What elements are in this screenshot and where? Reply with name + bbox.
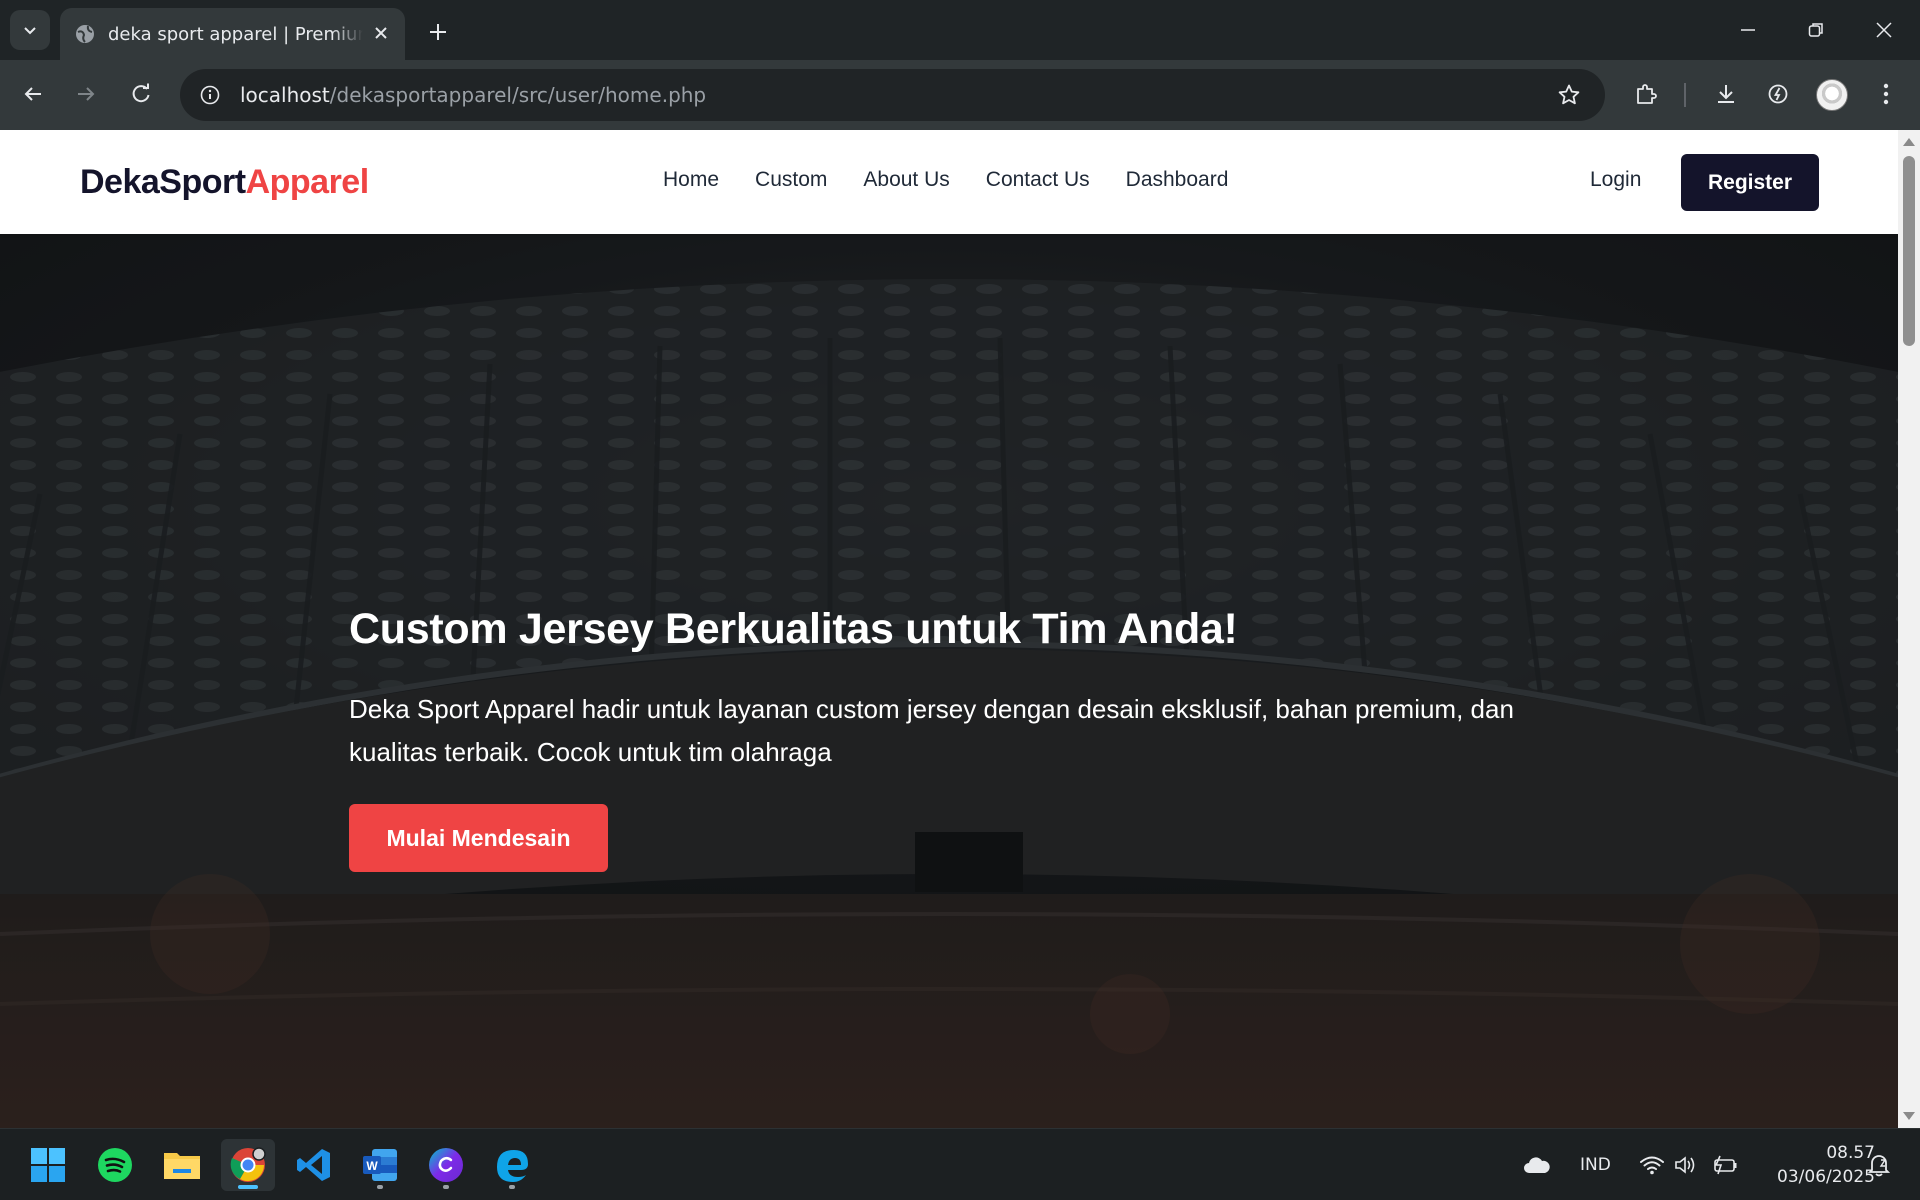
performance-button[interactable]: [1758, 74, 1798, 114]
url-path: /dekasportapparel/src/user/home.php: [329, 83, 707, 107]
browser-toolbar: localhost/dekasportapparel/src/user/home…: [0, 60, 1920, 130]
new-tab-button[interactable]: [420, 14, 456, 50]
windows-taskbar: W IND 08.57 03/06/2025: [0, 1128, 1920, 1200]
word-icon[interactable]: W: [353, 1139, 407, 1191]
puzzle-icon: [1637, 84, 1657, 104]
nav-about-us[interactable]: About Us: [863, 168, 949, 192]
scroll-up-arrow-icon[interactable]: [1903, 138, 1915, 146]
downloads-button[interactable]: [1706, 74, 1746, 114]
tab-title: deka sport apparel | Premium Custom Jers…: [108, 23, 363, 45]
register-button[interactable]: Register: [1681, 154, 1819, 211]
onedrive-cloud-icon[interactable]: [1523, 1129, 1551, 1200]
tab-close-icon[interactable]: [369, 21, 393, 45]
chevron-down-icon: [24, 27, 36, 35]
reload-button[interactable]: [121, 74, 161, 114]
restore-icon: [1808, 23, 1823, 37]
minimize-icon: [1741, 29, 1755, 31]
nav-contact-us[interactable]: Contact Us: [986, 168, 1090, 192]
logo-text-apparel: Apparel: [245, 163, 370, 201]
file-explorer-icon[interactable]: [155, 1139, 209, 1191]
page-viewport: DekaSportApparel Home Custom About Us Co…: [0, 130, 1898, 1128]
nav-dashboard[interactable]: Dashboard: [1126, 168, 1229, 192]
minimize-button[interactable]: [1720, 8, 1776, 52]
profile-avatar[interactable]: [1816, 79, 1848, 111]
arrow-right-icon: [78, 87, 95, 101]
close-icon: [1876, 22, 1892, 38]
url-text[interactable]: localhost/dekasportapparel/src/user/home…: [240, 83, 706, 107]
site-navbar: DekaSportApparel Home Custom About Us Co…: [0, 130, 1898, 234]
forward-button[interactable]: [66, 74, 106, 114]
start-designing-button[interactable]: Mulai Mendesain: [349, 804, 608, 872]
login-link[interactable]: Login: [1590, 168, 1641, 192]
url-host: localhost: [240, 83, 330, 107]
vscode-icon[interactable]: [287, 1139, 341, 1191]
speedometer-icon: [1768, 84, 1788, 104]
notification-bell-icon[interactable]: [1868, 1129, 1890, 1200]
browser-tab-active[interactable]: deka sport apparel | Premium Custom Jers…: [60, 8, 405, 60]
language-indicator[interactable]: IND: [1580, 1129, 1611, 1200]
volume-icon[interactable]: [1674, 1129, 1698, 1200]
close-window-button[interactable]: [1856, 8, 1912, 52]
hero-section: Custom Jersey Berkualitas untuk Tim Anda…: [0, 234, 1898, 1128]
running-app-indicator: [509, 1185, 515, 1189]
hero-content: Custom Jersey Berkualitas untuk Tim Anda…: [349, 605, 1599, 872]
wifi-icon[interactable]: [1640, 1129, 1664, 1200]
address-bar[interactable]: localhost/dekasportapparel/src/user/home…: [180, 69, 1605, 121]
bookmark-star-icon[interactable]: [1553, 79, 1585, 111]
spotify-icon[interactable]: [88, 1139, 142, 1191]
battery-charging-icon[interactable]: [1712, 1129, 1738, 1200]
extensions-button[interactable]: [1626, 74, 1666, 114]
browser-tab-strip: deka sport apparel | Premium Custom Jers…: [0, 0, 1920, 60]
logo-text-deka-sport: DekaSport: [80, 163, 246, 201]
clock-date: 03/06/2025: [1777, 1167, 1875, 1187]
nav-custom[interactable]: Custom: [755, 168, 827, 192]
download-icon: [1718, 85, 1734, 103]
plus-icon: [430, 24, 446, 40]
toolbar-divider: [1684, 83, 1686, 107]
reload-icon: [132, 83, 150, 103]
canva-icon[interactable]: [419, 1139, 473, 1191]
scroll-down-arrow-icon[interactable]: [1903, 1112, 1915, 1120]
hero-description: Deka Sport Apparel hadir untuk layanan c…: [349, 694, 1514, 767]
site-logo[interactable]: DekaSportApparel: [80, 163, 369, 202]
system-clock[interactable]: 08.57 03/06/2025: [1755, 1141, 1875, 1189]
chrome-icon[interactable]: [221, 1139, 275, 1191]
running-app-indicator: [443, 1185, 449, 1189]
scroll-thumb[interactable]: [1903, 156, 1915, 346]
browser-menu-button[interactable]: [1866, 74, 1906, 114]
hero-title: Custom Jersey Berkualitas untuk Tim Anda…: [349, 605, 1238, 653]
page-scrollbar[interactable]: [1898, 130, 1920, 1128]
running-app-indicator: [377, 1185, 383, 1189]
windows-start-icon[interactable]: [21, 1139, 75, 1191]
nav-home[interactable]: Home: [663, 168, 719, 192]
arrow-left-icon: [24, 87, 41, 101]
globe-icon: [76, 25, 94, 43]
restore-button[interactable]: [1788, 8, 1844, 52]
active-app-indicator: [238, 1185, 258, 1189]
back-button[interactable]: [13, 74, 53, 114]
site-info-icon[interactable]: [194, 79, 226, 111]
main-nav-links: Home Custom About Us Contact Us Dashboar…: [663, 168, 1228, 192]
kebab-menu-icon: [1883, 83, 1889, 105]
tab-search-button[interactable]: [10, 10, 50, 50]
svg-text:W: W: [366, 1159, 378, 1173]
clock-time: 08.57: [1826, 1143, 1875, 1163]
edge-icon[interactable]: [485, 1139, 539, 1191]
